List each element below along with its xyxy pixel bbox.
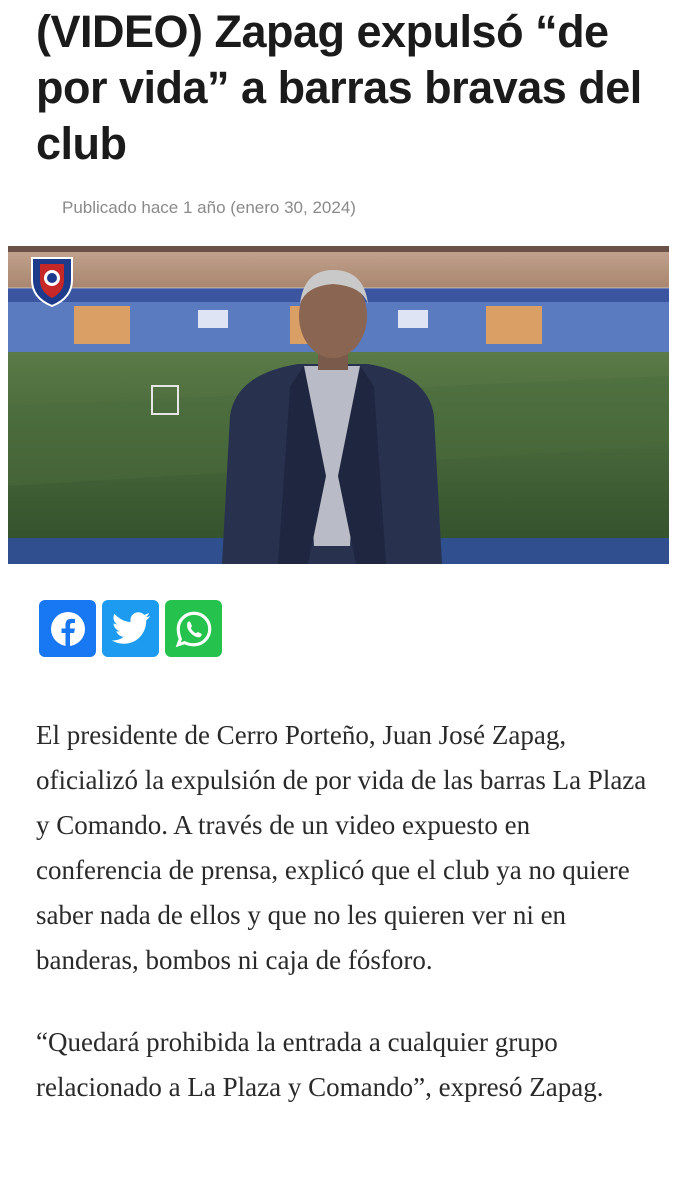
twitter-icon [111, 611, 150, 644]
facebook-share-button[interactable] [39, 600, 96, 657]
share-buttons [39, 600, 222, 657]
published-date: Publicado hace 1 año (enero 30, 2024) [62, 198, 356, 217]
article-paragraph: “Quedará prohibida la entrada a cualquie… [36, 1027, 604, 1102]
video-player[interactable] [8, 246, 669, 564]
twitter-share-button[interactable] [102, 600, 159, 657]
whatsapp-icon [175, 611, 211, 647]
article-paragraph: El presidente de Cerro Porteño, Juan Jos… [36, 720, 647, 975]
whatsapp-share-button[interactable] [165, 600, 222, 657]
facebook-icon [50, 611, 85, 646]
article-title: (VIDEO) Zapag expulsó “de por vida” a ba… [36, 6, 642, 169]
article-body: El presidente de Cerro Porteño, Juan Jos… [36, 713, 651, 1110]
